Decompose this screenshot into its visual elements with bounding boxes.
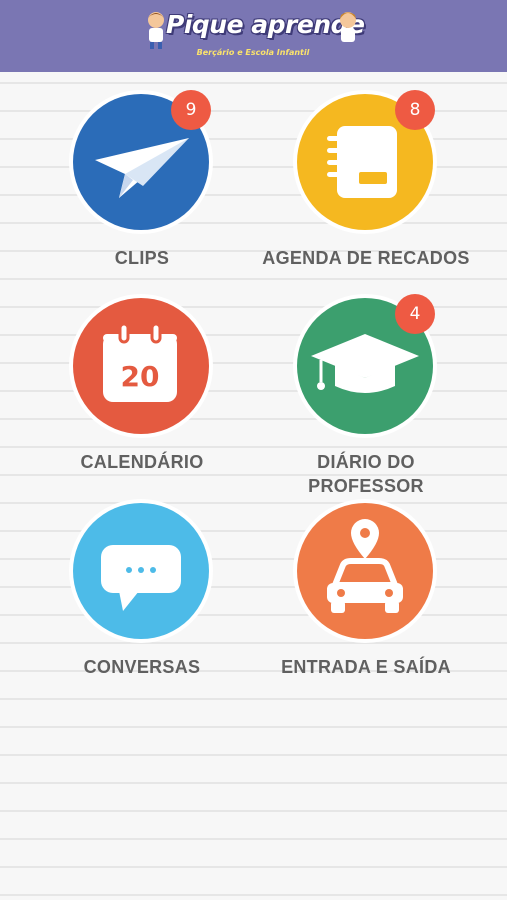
clips-badge: 9 [171, 90, 211, 130]
calendario-label-text: CALENDÁRIO [80, 452, 204, 472]
conversas-label-text: CONVERSAS [83, 657, 201, 677]
school-logo: Pique aprende Berçário e Escola Infantil [140, 4, 366, 68]
entrada-circle[interactable] [297, 503, 433, 639]
agenda-badge: 8 [395, 90, 435, 130]
calendario-label: CALENDÁRIO [27, 450, 257, 474]
diario-badge: 4 [395, 294, 435, 334]
agenda-label-text: AGENDA DE RECADOS [262, 248, 470, 268]
conversas-circle[interactable] [73, 503, 209, 639]
clips-label: CLIPS [27, 246, 257, 270]
diario-label-line-1: DIÁRIO DO [317, 452, 415, 472]
kid-right-illustration [340, 12, 356, 49]
entrada-label: ENTRADA E SAÍDA [251, 655, 481, 679]
calendar-day: 20 [121, 360, 160, 393]
car-location-icon [327, 519, 403, 613]
calendar-icon: 20 [103, 322, 177, 402]
logo-title: Pique aprende [166, 10, 365, 39]
entrada-label-text: ENTRADA E SAÍDA [281, 657, 451, 677]
conversas-label: CONVERSAS [27, 655, 257, 679]
agenda-label: AGENDA DE RECADOS [251, 246, 481, 270]
diario-label: DIÁRIO DO PROFESSOR [251, 450, 481, 498]
app-header: Pique aprende Berçário e Escola Infantil [0, 0, 507, 72]
chat-bubble-icon [101, 545, 181, 611]
logo-subtitle: Berçário e Escola Infantil [196, 48, 310, 57]
clips-label-text: CLIPS [114, 248, 170, 268]
kid-left-illustration [148, 12, 164, 49]
diario-label-line-2: PROFESSOR [308, 476, 424, 496]
calendario-circle[interactable]: 20 [73, 298, 209, 434]
